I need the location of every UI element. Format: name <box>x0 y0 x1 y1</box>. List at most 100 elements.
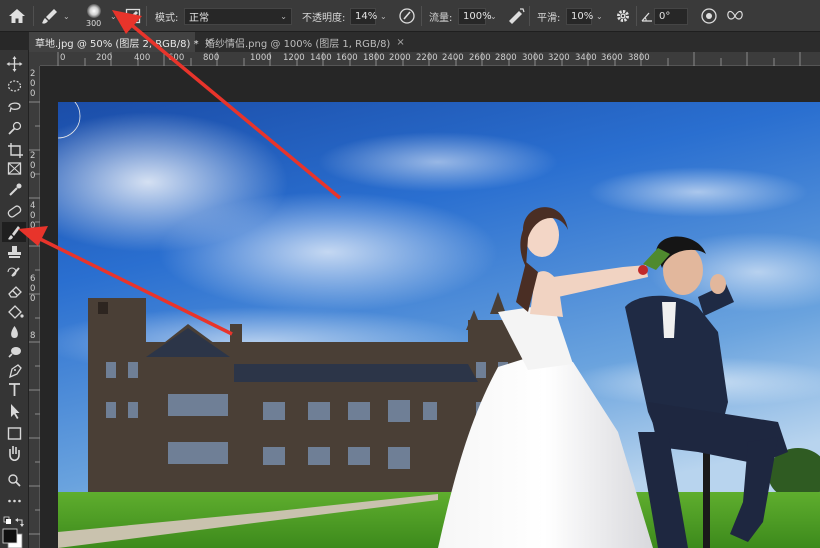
tools-icons-layer <box>2 56 26 548</box>
spot-heal-icon <box>7 205 22 218</box>
ruler-tick: 0 <box>60 53 66 63</box>
vertical-ruler-ticks: 2 0 0 2 0 0 4 0 0 6 0 0 8 <box>29 69 40 535</box>
tab-label: 婚纱情侣.png @ 100% (图层 1, RGB/8) <box>205 38 391 50</box>
home-icon[interactable] <box>8 0 26 32</box>
ruler-tick: 0 <box>30 211 35 221</box>
ruler-tick: 0 <box>30 79 35 89</box>
rectangle-icon <box>7 427 22 440</box>
ruler-tick: 2 <box>30 69 35 79</box>
opacity-input[interactable]: 14% <box>350 7 378 25</box>
ruler-tick: 3800 <box>628 53 650 63</box>
type-icon <box>9 383 20 396</box>
document-image[interactable] <box>58 102 820 548</box>
crop-icon <box>8 143 23 158</box>
dodge-icon <box>8 347 21 358</box>
ruler-tick: 6 <box>30 274 35 284</box>
pen-icon <box>9 364 22 379</box>
opacity-dropdown-icon[interactable]: ⌄ <box>380 12 387 21</box>
angle-value: 0° <box>659 10 671 22</box>
ruler-tick: 2600 <box>469 53 491 63</box>
brush-tool-preset-icon[interactable]: ⌄ <box>40 0 70 32</box>
frame-icon <box>7 162 22 175</box>
marquee-icon <box>7 80 22 92</box>
eyedropper-icon <box>9 183 22 196</box>
ruler-tick: 3600 <box>601 53 623 63</box>
canvas-area[interactable] <box>40 66 820 548</box>
flow-value: 100% <box>463 10 492 22</box>
pressure-opacity-icon[interactable] <box>398 0 416 32</box>
ruler-tick: 0 <box>30 284 35 294</box>
blend-mode-select[interactable]: 正常 ⌄ <box>184 7 292 25</box>
ruler-tick: 1400 <box>310 53 332 63</box>
default-colors-icon <box>3 516 11 524</box>
ruler-tick: 8 <box>30 331 35 341</box>
zoom-icon <box>8 474 21 487</box>
ruler-tick: 400 <box>134 53 151 63</box>
blend-mode-value: 正常 <box>189 12 209 24</box>
flow-input[interactable]: 100% <box>458 7 492 25</box>
flow-label: 流量: <box>429 12 453 24</box>
ruler-tick: 2800 <box>495 53 517 63</box>
blur-icon <box>11 326 18 338</box>
ruler-tick: 2000 <box>389 53 411 63</box>
ruler-tick: 600 <box>168 53 185 63</box>
brush-picker-dropdown-icon[interactable]: ⌄ <box>110 0 117 32</box>
more-icon <box>8 499 21 503</box>
mode-label: 模式: <box>155 12 179 24</box>
ruler-tick: 1800 <box>363 53 385 63</box>
vertical-ruler: 2 0 0 2 0 0 4 0 0 6 0 0 8 <box>29 66 40 548</box>
ruler-corner <box>29 52 40 66</box>
brush-size-picker[interactable]: 300 <box>86 0 101 32</box>
flow-dropdown-icon[interactable]: ⌄ <box>490 12 497 21</box>
ruler-tick: 4 <box>30 201 35 211</box>
tab-label: 草地.jpg @ 50% (图层 2, RGB/8) * <box>35 38 199 50</box>
bucket-icon <box>8 305 24 319</box>
quick-select-icon <box>8 121 22 135</box>
hand-icon <box>9 446 20 462</box>
ruler-tick: 0 <box>30 89 35 99</box>
ruler-tick: 3400 <box>575 53 597 63</box>
wedding-photo <box>58 102 820 548</box>
ruler-tick: 2 <box>30 151 35 161</box>
close-icon[interactable]: × <box>396 37 404 48</box>
ruler-tick: 0 <box>30 294 35 304</box>
airbrush-icon[interactable] <box>506 0 526 32</box>
options-bar: ⌄ 300 ⌄ 模式: 正常 ⌄ 不透明度: 14% ⌄ 流量: 100% ⌄ … <box>0 0 820 32</box>
history-brush-icon <box>7 267 20 277</box>
smoothing-input[interactable]: 10% <box>566 7 594 25</box>
tab-couple-document[interactable]: 婚纱情侣.png @ 100% (图层 1, RGB/8) × <box>199 32 405 52</box>
ruler-tick: 1600 <box>336 53 358 63</box>
lasso-icon <box>8 102 21 113</box>
foreground-color-swatch[interactable] <box>2 528 18 544</box>
smoothing-label: 平滑: <box>537 12 561 24</box>
opacity-value: 14% <box>355 10 378 22</box>
ruler-tick: 0 <box>30 161 35 171</box>
gear-icon[interactable] <box>615 0 631 32</box>
symmetry-icon[interactable] <box>726 0 744 32</box>
angle-input[interactable]: 0° <box>654 7 688 25</box>
smoothing-dropdown-icon[interactable]: ⌄ <box>596 12 603 21</box>
ruler-tick: 3200 <box>548 53 570 63</box>
ruler-tick: 1200 <box>283 53 305 63</box>
brush-settings-icon[interactable] <box>125 0 141 32</box>
pressure-size-icon[interactable] <box>700 0 718 32</box>
move-icon <box>6 56 23 72</box>
document-tabs: 草地.jpg @ 50% (图层 2, RGB/8) * × 婚纱情侣.png … <box>29 32 820 52</box>
opacity-label: 不透明度: <box>302 12 346 24</box>
path-select-icon <box>11 404 20 419</box>
stamp-icon <box>8 246 21 258</box>
ruler-tick: 2200 <box>416 53 438 63</box>
ruler-tick: 2400 <box>442 53 464 63</box>
horizontal-ruler: 0 200 400 600 800 1000 1200 1400 1600 18… <box>40 52 820 66</box>
swap-colors-icon <box>15 518 24 527</box>
smoothing-value: 10% <box>571 10 594 22</box>
ruler-tick: 0 <box>30 221 35 231</box>
brush-size-value: 300 <box>86 19 102 28</box>
ruler-tick: 1000 <box>250 53 272 63</box>
ruler-tick: 200 <box>96 53 113 63</box>
ruler-tick: 0 <box>30 171 35 181</box>
chevron-down-icon: ⌄ <box>280 11 287 21</box>
tab-grass-document[interactable]: 草地.jpg @ 50% (图层 2, RGB/8) * × <box>29 32 213 52</box>
ruler-tick: 3000 <box>522 53 544 63</box>
eraser-icon <box>8 286 22 298</box>
